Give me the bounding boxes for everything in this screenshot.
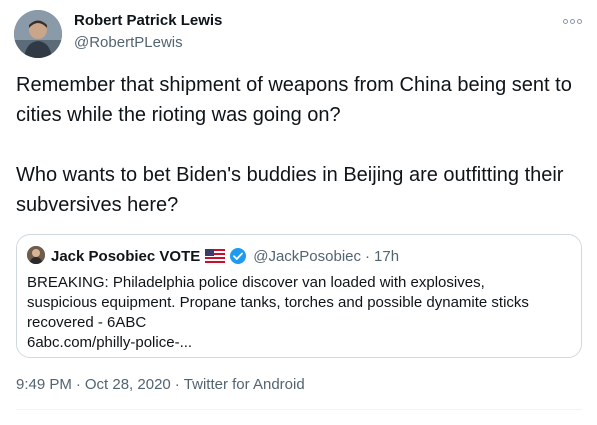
tweet-paragraph: Who wants to bet Biden's buddies in Beij… xyxy=(16,164,564,216)
quoted-timestamp: 17h xyxy=(374,247,400,265)
author-avatar[interactable] xyxy=(14,10,62,58)
quoted-text-line: recovered - 6ABC xyxy=(27,314,147,331)
quoted-tweet[interactable]: Jack Posobiec VOTE @JackPosobiec · 17h B… xyxy=(16,234,582,358)
tweet-card: Robert Patrick Lewis @RobertPLewis Remem… xyxy=(0,0,597,425)
tweet-meta: 9:49 PM · Oct 28, 2020 · Twitter for And… xyxy=(16,376,305,393)
tweet-date[interactable]: Oct 28, 2020 xyxy=(85,376,171,393)
tweet-time[interactable]: 9:49 PM xyxy=(16,376,72,393)
author-name[interactable]: Robert Patrick Lewis xyxy=(74,12,222,29)
quoted-author-handle: @JackPosobiec xyxy=(253,247,362,265)
divider xyxy=(16,409,582,410)
quoted-text-line: BREAKING: Philadelphia police discover v… xyxy=(27,274,485,291)
tweet-source[interactable]: Twitter for Android xyxy=(184,376,305,393)
us-flag-icon xyxy=(204,248,226,264)
quoted-separator: · xyxy=(365,247,371,265)
quoted-link[interactable]: 6abc.com/philly-police-... xyxy=(27,333,572,353)
tweet-paragraph: Remember that shipment of weapons from C… xyxy=(16,74,572,126)
quoted-author-name: Jack Posobiec VOTE xyxy=(51,247,201,265)
meta-separator: · xyxy=(75,376,81,393)
more-options-icon[interactable] xyxy=(560,14,584,28)
quoted-text: BREAKING: Philadelphia police discover v… xyxy=(27,273,572,353)
quoted-author-avatar xyxy=(27,246,45,264)
quoted-header: Jack Posobiec VOTE @JackPosobiec · 17h xyxy=(51,246,399,266)
quoted-text-line: suspicious equipment. Propane tanks, tor… xyxy=(27,294,529,311)
author-handle[interactable]: @RobertPLewis xyxy=(74,34,183,51)
verified-badge-icon xyxy=(229,247,247,265)
tweet-text: Remember that shipment of weapons from C… xyxy=(16,70,581,220)
meta-separator: · xyxy=(174,376,180,393)
